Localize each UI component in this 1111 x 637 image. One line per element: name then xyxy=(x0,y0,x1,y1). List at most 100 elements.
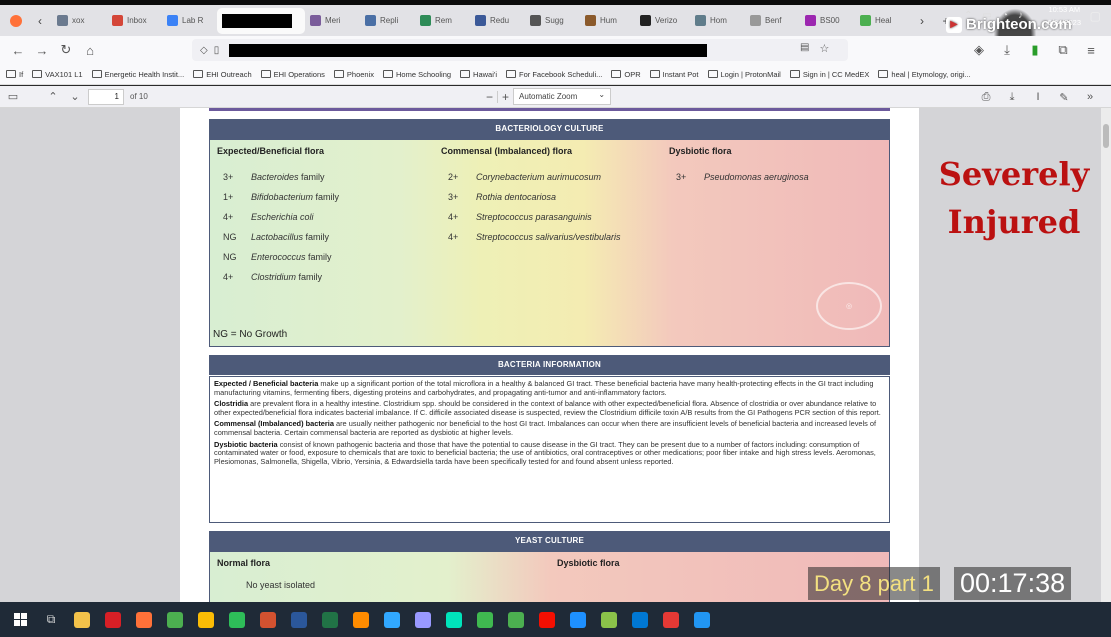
browser-tab[interactable]: Repli xyxy=(360,8,415,34)
menu-icon[interactable]: ≡ xyxy=(1079,39,1103,61)
folder-icon xyxy=(649,70,660,78)
sidebar-toggle-icon[interactable]: ▭ xyxy=(2,88,24,106)
bookmark-item[interactable]: EHI Outreach xyxy=(193,70,252,79)
audition-icon[interactable] xyxy=(440,607,468,633)
tab-scroll-right-icon[interactable]: › xyxy=(910,9,934,33)
windows-start-icon[interactable] xyxy=(6,607,34,633)
excel-icon[interactable] xyxy=(316,607,344,633)
save-icon[interactable]: ⤓ xyxy=(1001,88,1023,106)
play-icon: ▶ xyxy=(946,16,962,33)
back-icon[interactable]: ← xyxy=(6,39,30,61)
bookmark-item[interactable]: EHI Operations xyxy=(260,70,325,79)
bookmark-star-icon[interactable]: ☆ xyxy=(819,42,829,55)
scrollbar-thumb[interactable] xyxy=(1103,124,1109,148)
browser-tab[interactable]: Hom xyxy=(690,8,745,34)
app-multi-icon[interactable] xyxy=(502,607,530,633)
chrome-alt-icon[interactable] xyxy=(192,607,220,633)
page-number-input[interactable]: 1 xyxy=(88,89,124,105)
browser-tab[interactable]: Heal xyxy=(855,8,910,34)
page-count: of 10 xyxy=(130,92,148,101)
app-orange-icon[interactable] xyxy=(347,607,375,633)
bookmark-item[interactable]: Hawai'i xyxy=(460,70,497,79)
network-icon[interactable]: ▭ xyxy=(983,10,992,21)
app-blue-icon[interactable] xyxy=(626,607,654,633)
pocket-icon[interactable]: ◈ xyxy=(967,39,991,61)
photoshop-icon[interactable] xyxy=(378,607,406,633)
browser-tab[interactable]: Redu xyxy=(470,8,525,34)
extension-icon[interactable]: ▮ xyxy=(1023,39,1047,61)
tab-favicon-icon xyxy=(585,15,596,26)
browser-tab[interactable]: Sugg xyxy=(525,8,580,34)
tray-chevron-icon[interactable]: ⌃ xyxy=(964,10,972,21)
browser-tab[interactable]: Hum xyxy=(580,8,635,34)
bookmark-item[interactable]: Home Schooling xyxy=(383,70,451,79)
notification-icon[interactable]: ▢ xyxy=(1090,9,1101,23)
app-green-icon[interactable] xyxy=(223,607,251,633)
bookmark-item[interactable]: heal | Etymology, origi... xyxy=(878,70,971,79)
reload-icon[interactable]: ↻ xyxy=(54,39,78,61)
browser-tab[interactable]: BS00 xyxy=(800,8,855,34)
text-cursor-icon[interactable]: I xyxy=(1027,88,1049,106)
zoom-select[interactable]: Automatic Zoom xyxy=(513,87,612,105)
zoom-out-icon[interactable]: − xyxy=(486,90,493,104)
print-icon[interactable]: ⎙ xyxy=(975,88,997,106)
bookmark-item[interactable]: OPR xyxy=(611,70,641,79)
previous-page-icon[interactable]: ⌃ xyxy=(42,88,64,106)
app-r-icon[interactable] xyxy=(688,607,716,633)
flora-species: Escherichia coli xyxy=(251,212,314,222)
more-tools-icon[interactable]: » xyxy=(1079,88,1101,106)
firefox-menu-icon[interactable] xyxy=(4,9,28,33)
chrome-icon[interactable] xyxy=(161,607,189,633)
yeast-heading: YEAST CULTURE xyxy=(209,531,890,551)
extensions-puzzle-icon[interactable]: ⧉ xyxy=(1051,39,1075,61)
commensal-column-header: Commensal (Imbalanced) flora xyxy=(441,146,573,156)
powerpoint-icon[interactable] xyxy=(254,607,282,633)
tab-label: Rem xyxy=(435,16,452,25)
volume-icon[interactable]: ♪ xyxy=(1018,10,1023,21)
browser-tab[interactable]: Meri xyxy=(305,8,360,34)
zoom-in-icon[interactable]: + xyxy=(502,90,509,104)
word-icon[interactable] xyxy=(285,607,313,633)
download-icon[interactable]: ⤓ xyxy=(995,39,1019,61)
app-colors-icon[interactable] xyxy=(595,607,623,633)
acrobat-icon[interactable] xyxy=(533,607,561,633)
bookmark-item[interactable]: Login | ProtonMail xyxy=(707,70,781,79)
bookmark-item[interactable]: For Facebook Scheduli... xyxy=(506,70,602,79)
browser-tab[interactable]: Lab R xyxy=(162,8,217,34)
reader-view-icon[interactable]: ▤ xyxy=(800,42,809,55)
app-red-icon[interactable] xyxy=(657,607,685,633)
pdf-page: BACTERIOLOGY CULTURE Expected/Beneficial… xyxy=(180,108,919,602)
flora-name: Corynebacterium aurimucosum xyxy=(476,172,601,182)
task-view-icon[interactable]: ⧉ xyxy=(37,607,65,633)
camtasia-icon[interactable] xyxy=(471,607,499,633)
bookmark-item[interactable]: VAX101 L1 xyxy=(32,69,83,79)
browser-tab[interactable]: Benf xyxy=(745,8,800,34)
draw-icon[interactable]: ✎ xyxy=(1053,88,1075,106)
bookmark-item[interactable]: Phoenix xyxy=(333,70,374,79)
tab-label: Sugg xyxy=(545,16,564,25)
app-teal-icon[interactable] xyxy=(564,607,592,633)
bookmark-item[interactable]: Energetic Health Instit... xyxy=(91,70,184,79)
bookmark-item[interactable]: Instant Pot xyxy=(649,70,699,79)
browser-tab[interactable]: xox xyxy=(52,8,107,34)
premiere-icon[interactable] xyxy=(409,607,437,633)
next-page-icon[interactable]: ⌄ xyxy=(64,88,86,106)
forward-icon[interactable]: → xyxy=(30,39,54,61)
browser-tab[interactable]: Verizo xyxy=(635,8,690,34)
browser-tab[interactable]: Rem xyxy=(415,8,470,34)
url-bar[interactable]: ◇ ▯ xyxy=(192,39,848,61)
browser-tab[interactable]: Inbox xyxy=(107,8,162,34)
clock[interactable]: 10:53 AM 6/24/2023 xyxy=(1048,3,1081,29)
home-icon[interactable]: ⌂ xyxy=(78,39,102,61)
flora-name: Clostridium family xyxy=(251,272,322,282)
bookmark-item[interactable]: Sign in | CC MedEX xyxy=(789,70,869,79)
bookmark-label: VAX101 L1 xyxy=(45,69,83,79)
netflix-icon[interactable] xyxy=(99,607,127,633)
bookmarks-bar: If VAX101 L1 Energetic Health Instit... EHI… xyxy=(0,64,1111,85)
bookmark-item[interactable]: If xyxy=(6,70,23,79)
file-explorer-icon[interactable] xyxy=(68,607,96,633)
tab-scroll-left-icon[interactable]: ‹ xyxy=(28,9,52,33)
browser-tab[interactable] xyxy=(217,7,305,34)
wifi-icon[interactable]: ◔ xyxy=(1002,10,1008,21)
firefox-icon[interactable] xyxy=(130,607,158,633)
